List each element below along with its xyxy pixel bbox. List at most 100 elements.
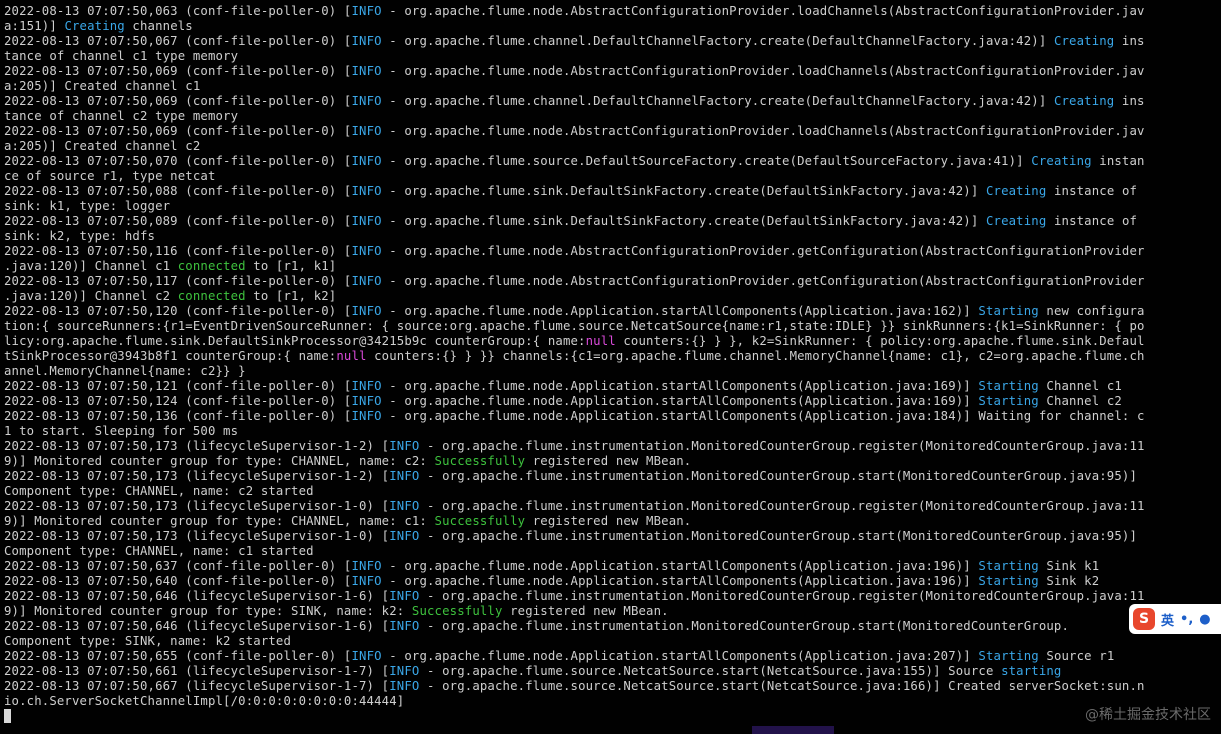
log-line: 2022-08-13 07:07:50,646 (lifecycleSuperv…	[4, 619, 1221, 634]
terminal-window[interactable]: 2022-08-13 07:07:50,063 (conf-file-polle…	[0, 0, 1221, 734]
log-text: new configura	[1038, 304, 1145, 318]
log-text: 2022-08-13 07:07:50,646 (lifecycleSuperv…	[4, 619, 390, 633]
log-text: .java:120)] Channel c1	[4, 259, 178, 273]
log-highlight: Starting	[978, 649, 1039, 663]
log-output: 2022-08-13 07:07:50,063 (conf-file-polle…	[4, 4, 1221, 709]
log-line: 2022-08-13 07:07:50,070 (conf-file-polle…	[4, 154, 1221, 169]
log-highlight: Creating	[64, 19, 125, 33]
log-text: - org.apache.flume.source.NetcatSource.s…	[419, 664, 1002, 678]
log-highlight: INFO	[351, 34, 382, 48]
log-highlight: Creating	[1031, 154, 1092, 168]
log-text: 2022-08-13 07:07:50,655 (conf-file-polle…	[4, 649, 352, 663]
mic-icon[interactable]: ●	[1199, 612, 1210, 627]
log-line: 2022-08-13 07:07:50,173 (lifecycleSuperv…	[4, 439, 1221, 454]
log-text: - org.apache.flume.channel.DefaultChanne…	[381, 94, 1054, 108]
log-text: - org.apache.flume.node.Application.star…	[381, 574, 979, 588]
log-highlight: INFO	[389, 529, 420, 543]
log-line: 2022-08-13 07:07:50,124 (conf-file-polle…	[4, 394, 1221, 409]
log-text: - org.apache.flume.instrumentation.Monit…	[419, 589, 1145, 603]
log-highlight: INFO	[389, 679, 420, 693]
log-line: 2022-08-13 07:07:50,136 (conf-file-polle…	[4, 409, 1221, 424]
log-text: 2022-08-13 07:07:50,063 (conf-file-polle…	[4, 4, 352, 18]
log-line: Component type: CHANNEL, name: c1 starte…	[4, 544, 1221, 559]
log-text: Component type: CHANNEL, name: c1 starte…	[4, 544, 314, 558]
log-text: counters:{} } }} channels:{c1=org.apache…	[366, 349, 1145, 363]
taskbar-fragment	[752, 726, 834, 734]
log-text: 9)] Monitored counter group for type: CH…	[4, 454, 435, 468]
log-line: .java:120)] Channel c2 connected to [r1,…	[4, 289, 1221, 304]
log-highlight: Starting	[978, 379, 1039, 393]
log-text: io.ch.ServerSocketChannelImpl[/0:0:0:0:0…	[4, 694, 405, 708]
log-highlight: INFO	[389, 439, 420, 453]
log-text: 2022-08-13 07:07:50,089 (conf-file-polle…	[4, 214, 352, 228]
log-highlight: INFO	[351, 394, 382, 408]
log-highlight: INFO	[351, 64, 382, 78]
log-text: 2022-08-13 07:07:50,088 (conf-file-polle…	[4, 184, 352, 198]
log-text: 2022-08-13 07:07:50,121 (conf-file-polle…	[4, 379, 352, 393]
log-text: Sink k2	[1038, 574, 1100, 588]
log-highlight: Starting	[978, 559, 1039, 573]
log-highlight: Starting	[978, 394, 1039, 408]
log-line: 2022-08-13 07:07:50,173 (lifecycleSuperv…	[4, 469, 1221, 484]
log-highlight: INFO	[351, 559, 382, 573]
log-text: 2022-08-13 07:07:50,070 (conf-file-polle…	[4, 154, 352, 168]
log-line: a:205)] Created channel c2	[4, 139, 1221, 154]
log-text: - org.apache.flume.node.Application.star…	[381, 379, 979, 393]
log-highlight: INFO	[389, 664, 420, 678]
log-text: to [r1, k2]	[245, 289, 337, 303]
log-text: to [r1, k1]	[245, 259, 337, 273]
log-text: registered new MBean.	[525, 514, 692, 528]
log-line: licy:org.apache.flume.sink.DefaultSinkPr…	[4, 334, 1221, 349]
log-text: tance of channel c2 type memory	[4, 109, 239, 123]
log-text: 2022-08-13 07:07:50,173 (lifecycleSuperv…	[4, 469, 390, 483]
log-highlight: INFO	[351, 304, 382, 318]
log-highlight: INFO	[351, 649, 382, 663]
log-line: 2022-08-13 07:07:50,655 (conf-file-polle…	[4, 649, 1221, 664]
log-text: - org.apache.flume.node.AbstractConfigur…	[381, 124, 1145, 138]
log-highlight: null	[336, 349, 367, 363]
log-line: 2022-08-13 07:07:50,117 (conf-file-polle…	[4, 274, 1221, 289]
log-text: 2022-08-13 07:07:50,117 (conf-file-polle…	[4, 274, 352, 288]
log-line: 2022-08-13 07:07:50,069 (conf-file-polle…	[4, 64, 1221, 79]
log-text: Sink k1	[1038, 559, 1100, 573]
prompt-line[interactable]	[4, 709, 1221, 724]
sogou-logo-icon[interactable]: S	[1133, 608, 1155, 630]
log-text: instan	[1091, 154, 1145, 168]
log-line: ce of source r1, type netcat	[4, 169, 1221, 184]
log-text: 2022-08-13 07:07:50,069 (conf-file-polle…	[4, 124, 352, 138]
watermark: @稀土掘金技术社区	[1085, 707, 1211, 723]
log-line: 2022-08-13 07:07:50,067 (conf-file-polle…	[4, 34, 1221, 49]
log-text: .java:120)] Channel c2	[4, 289, 178, 303]
ime-language-toggle[interactable]: 英	[1161, 610, 1174, 629]
log-text: - org.apache.flume.node.Application.star…	[381, 394, 979, 408]
log-highlight: INFO	[351, 274, 382, 288]
log-text: 2022-08-13 07:07:50,069 (conf-file-polle…	[4, 94, 352, 108]
log-highlight: INFO	[351, 379, 382, 393]
log-text: - org.apache.flume.node.AbstractConfigur…	[381, 244, 1145, 258]
log-text: - org.apache.flume.source.NetcatSource.s…	[419, 679, 1145, 693]
log-text: 2022-08-13 07:07:50,667 (lifecycleSuperv…	[4, 679, 390, 693]
log-text: tion:{ sourceRunners:{r1=EventDrivenSour…	[4, 319, 1145, 333]
log-text: - org.apache.flume.node.Application.star…	[381, 559, 979, 573]
log-highlight: Creating	[985, 184, 1047, 198]
log-line: 2022-08-13 07:07:50,069 (conf-file-polle…	[4, 94, 1221, 109]
log-highlight: Starting	[978, 304, 1039, 318]
log-text: Source r1	[1038, 649, 1115, 663]
log-text: - org.apache.flume.node.Application.star…	[381, 304, 979, 318]
log-highlight: Successfully	[411, 604, 503, 618]
log-text: 2022-08-13 07:07:50,124 (conf-file-polle…	[4, 394, 352, 408]
log-highlight: Successfully	[434, 454, 526, 468]
log-highlight: INFO	[351, 154, 382, 168]
log-highlight: Creating	[985, 214, 1047, 228]
log-text: - org.apache.flume.instrumentation.Monit…	[419, 499, 1145, 513]
log-text: Component type: CHANNEL, name: c2 starte…	[4, 484, 314, 498]
ime-toolbar[interactable]: S 英 •, ●	[1129, 604, 1221, 634]
log-text: ins	[1114, 94, 1145, 108]
log-highlight: INFO	[351, 574, 382, 588]
log-text: counters:{} } }, k2=SinkRunner: { policy…	[615, 334, 1145, 348]
log-line: .java:120)] Channel c1 connected to [r1,…	[4, 259, 1221, 274]
log-line: 9)] Monitored counter group for type: CH…	[4, 514, 1221, 529]
log-text: - org.apache.flume.source.DefaultSourceF…	[381, 154, 1032, 168]
log-highlight: INFO	[389, 499, 420, 513]
ime-punctuation-toggle[interactable]: •,	[1180, 612, 1193, 627]
